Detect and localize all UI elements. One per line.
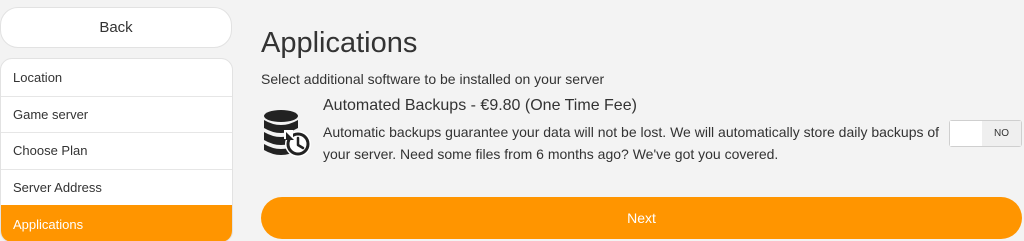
sidebar-nav: Location Game server Choose Plan Server …	[0, 58, 233, 241]
sidebar-item-server-address[interactable]: Server Address	[1, 168, 232, 206]
next-button[interactable]: Next	[261, 197, 1022, 239]
back-button[interactable]: Back	[0, 7, 232, 48]
database-restore-icon	[262, 108, 312, 160]
toggle-knob	[950, 121, 983, 146]
backup-toggle[interactable]: NO	[949, 120, 1022, 147]
sidebar-item-location[interactable]: Location	[1, 59, 232, 96]
sidebar-item-choose-plan[interactable]: Choose Plan	[1, 132, 232, 169]
page-subtitle: Select additional software to be install…	[261, 71, 605, 87]
application-name: Automated Backups - €9.80 (One Time Fee)	[323, 97, 637, 114]
application-description: Automatic backups guarantee your data wi…	[323, 124, 940, 162]
order-page: Back Location Game server Choose Plan Se…	[0, 0, 1024, 241]
page-title: Applications	[261, 27, 418, 59]
sidebar-item-game-server[interactable]: Game server	[1, 95, 232, 133]
toggle-label: NO	[982, 121, 1021, 146]
sidebar-item-applications[interactable]: Applications	[1, 205, 232, 241]
